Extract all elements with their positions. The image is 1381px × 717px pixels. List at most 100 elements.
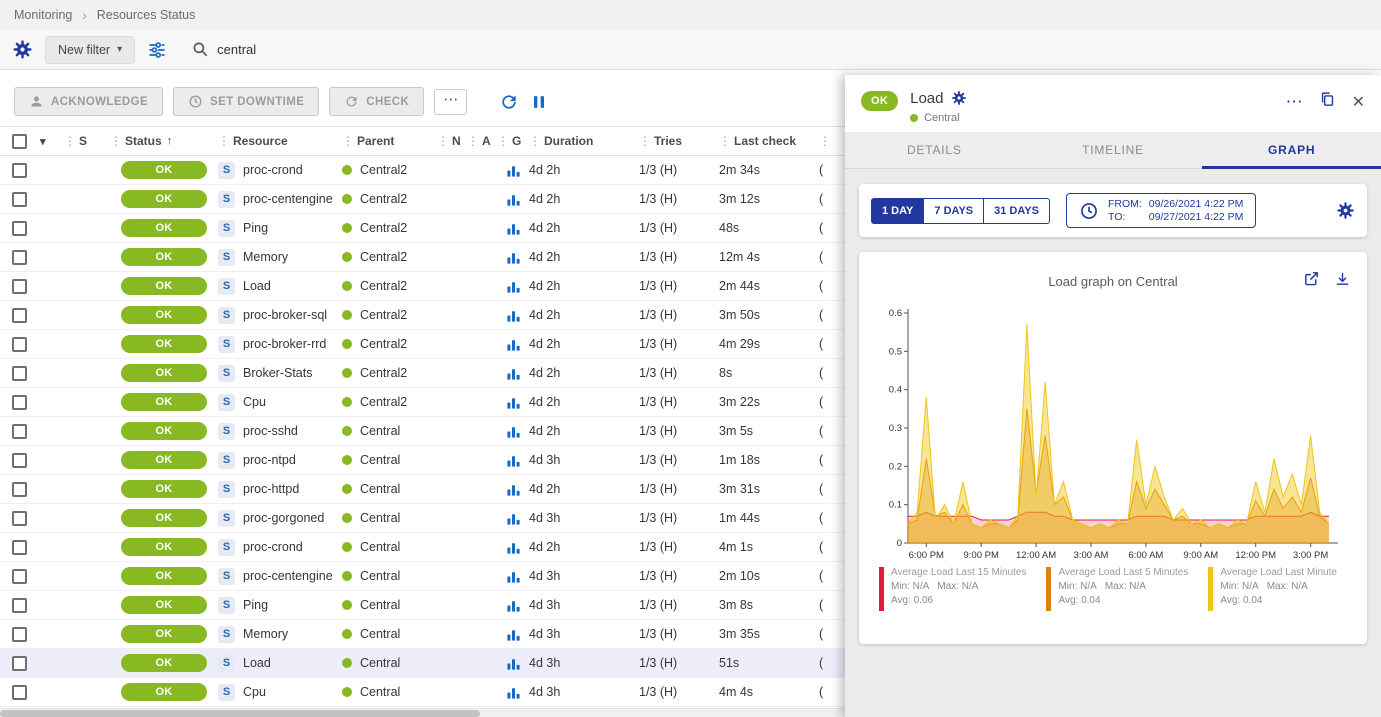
parent-name[interactable]: Central2 [360,308,407,322]
graph-icon[interactable] [506,192,521,207]
parent-name[interactable]: Central2 [360,163,407,177]
select-all-checkbox[interactable] [12,134,27,149]
range-7-days-button[interactable]: 7 DAYS [924,198,984,224]
column-header-tries[interactable]: ⋮Tries [639,134,719,148]
parent-name[interactable]: Central [360,511,400,525]
parent-name[interactable]: Central [360,424,400,438]
column-header-resource[interactable]: ⋮Resource [218,134,342,148]
legend-item[interactable]: Average Load Last 5 Minutes Min: N/AMax:… [1046,567,1188,611]
resource-name[interactable]: proc-sshd [243,424,298,438]
parent-name[interactable]: Central2 [360,250,407,264]
parent-name[interactable]: Central2 [360,337,407,351]
breadcrumb-monitoring[interactable]: Monitoring [14,8,72,22]
resource-name[interactable]: Ping [243,221,268,235]
resource-name[interactable]: Cpu [243,685,266,699]
resource-name[interactable]: Ping [243,598,268,612]
resource-name[interactable]: proc-gorgoned [243,511,324,525]
row-checkbox[interactable] [12,482,27,497]
graph-icon[interactable] [506,337,521,352]
graph-icon[interactable] [506,569,521,584]
column-header-duration[interactable]: ⋮Duration [529,134,639,148]
resource-name[interactable]: proc-crond [243,163,303,177]
panel-more-icon[interactable]: ⋯ [1286,97,1303,107]
check-button[interactable]: CHECK [329,87,424,116]
row-checkbox[interactable] [12,540,27,555]
graph-icon[interactable] [506,221,521,236]
column-header-severity[interactable]: ⋮S [64,134,110,148]
column-header-status[interactable]: ⋮Status↑ [110,134,218,148]
refresh-button[interactable] [499,92,519,112]
column-header-last-check[interactable]: ⋮Last check [719,134,819,148]
parent-name[interactable]: Central [360,627,400,641]
resource-name[interactable]: Load [243,656,271,670]
graph-icon[interactable] [506,395,521,410]
search-input[interactable] [217,42,517,57]
pause-autorefresh-button[interactable] [529,92,549,112]
parent-name[interactable]: Central2 [360,192,407,206]
resource-name[interactable]: Memory [243,627,288,641]
row-checkbox[interactable] [12,366,27,381]
column-header-action[interactable]: ⋮A [467,134,497,148]
range-31-days-button[interactable]: 31 DAYS [984,198,1050,224]
row-checkbox[interactable] [12,221,27,236]
row-checkbox[interactable] [12,656,27,671]
parent-name[interactable]: Central2 [360,366,407,380]
range-1-day-button[interactable]: 1 DAY [871,198,924,224]
scrollbar-thumb[interactable] [0,710,480,717]
legend-item[interactable]: Average Load Last 15 Minutes Min: N/AMax… [879,567,1026,611]
set-downtime-button[interactable]: SET DOWNTIME [173,87,319,116]
graph-icon[interactable] [506,279,521,294]
close-icon[interactable]: ✕ [1352,92,1365,112]
row-checkbox[interactable] [12,685,27,700]
row-checkbox[interactable] [12,395,27,410]
column-header-graph[interactable]: ⋮G [497,134,529,148]
parent-name[interactable]: Central2 [360,279,407,293]
legend-item[interactable]: Average Load Last Minute Min: N/AMax: N/… [1208,567,1337,611]
parent-name[interactable]: Central [360,656,400,670]
resource-name[interactable]: proc-broker-rrd [243,337,326,351]
graph-icon[interactable] [506,685,521,700]
parent-name[interactable]: Central [360,482,400,496]
selection-menu-caret-icon[interactable]: ▾ [40,135,64,148]
new-filter-dropdown[interactable]: New filter ▾ [45,36,135,64]
acknowledge-button[interactable]: ACKNOWLEDGE [14,87,163,116]
graph-icon[interactable] [506,250,521,265]
column-header-notes[interactable]: ⋮N [437,134,467,148]
graph-icon[interactable] [506,453,521,468]
tab-timeline[interactable]: TIMELINE [1024,132,1203,168]
row-checkbox[interactable] [12,250,27,265]
row-checkbox[interactable] [12,163,27,178]
parent-name[interactable]: Central [360,453,400,467]
column-header-parent[interactable]: ⋮Parent [342,134,437,148]
row-checkbox[interactable] [12,279,27,294]
parent-name[interactable]: Central [360,569,400,583]
load-chart[interactable]: 00.10.20.30.40.50.66:00 PM9:00 PM12:00 A… [878,305,1348,563]
parent-name[interactable]: Central [360,685,400,699]
row-checkbox[interactable] [12,453,27,468]
resource-name[interactable]: proc-centengine [243,192,333,206]
graph-settings-gear-icon[interactable] [1336,201,1355,220]
resource-name[interactable]: proc-broker-sql [243,308,327,322]
date-range-picker[interactable]: FROM: 09/26/2021 4:22 PM TO: 09/27/2021 … [1066,193,1256,228]
graph-icon[interactable] [506,511,521,526]
tab-graph[interactable]: GRAPH [1202,132,1381,168]
parent-name[interactable]: Central2 [360,221,407,235]
breadcrumb-resources-status[interactable]: Resources Status [97,8,196,22]
graph-icon[interactable] [506,627,521,642]
row-checkbox[interactable] [12,192,27,207]
graph-icon[interactable] [506,308,521,323]
graph-icon[interactable] [506,656,521,671]
resource-name[interactable]: proc-httpd [243,482,299,496]
copy-link-icon[interactable] [1319,91,1336,113]
graph-icon[interactable] [506,482,521,497]
resource-name[interactable]: Broker-Stats [243,366,312,380]
graph-icon[interactable] [506,366,521,381]
row-checkbox[interactable] [12,424,27,439]
graph-icon[interactable] [506,598,521,613]
parent-name[interactable]: Central2 [360,395,407,409]
resource-name[interactable]: proc-crond [243,540,303,554]
parent-name[interactable]: Central [360,540,400,554]
row-checkbox[interactable] [12,337,27,352]
row-checkbox[interactable] [12,569,27,584]
resource-name[interactable]: Cpu [243,395,266,409]
